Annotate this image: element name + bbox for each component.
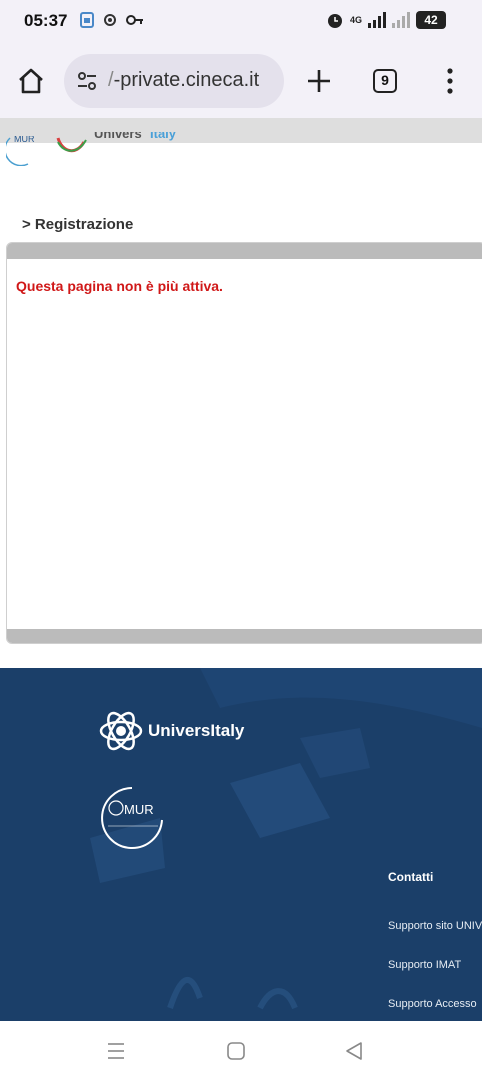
footer-link-supporto-accesso[interactable]: Supporto Accesso: [388, 998, 477, 1010]
site-settings-icon[interactable]: [76, 70, 98, 92]
site-footer: UniversItaly MUR Contatti Supporto sito …: [0, 668, 482, 1021]
system-nav-bar: [0, 1021, 482, 1080]
svg-text:MUR: MUR: [14, 136, 35, 144]
footer-link-supporto-sito[interactable]: Supporto sito UNIV: [388, 920, 482, 932]
footer-mur-label: MUR: [124, 802, 154, 817]
status-time: 05:37: [24, 11, 68, 30]
plus-icon[interactable]: [304, 66, 334, 96]
panel-header: [7, 243, 482, 259]
url-host: -private.cineca.it: [113, 69, 260, 91]
key-icon: [126, 15, 143, 25]
url-bar[interactable]: /-private.cineca.it: [64, 54, 284, 108]
mur-logo-partial[interactable]: MUR: [6, 136, 46, 166]
tab-switcher-button[interactable]: 9: [373, 69, 397, 93]
settings-icon: [104, 14, 116, 26]
recents-icon[interactable]: [104, 1039, 128, 1063]
svg-text:Univers: Univers: [94, 132, 142, 141]
home-button-icon[interactable]: [224, 1039, 248, 1063]
universitaly-emblem-icon: [99, 711, 143, 751]
signal-icon-2: [392, 12, 410, 28]
panel-footer: [7, 629, 482, 643]
back-icon[interactable]: [342, 1039, 366, 1063]
inactive-page-message: Questa pagina non è più attiva.: [16, 278, 223, 294]
message-panel: Questa pagina non è più attiva.: [6, 242, 482, 644]
browser-toolbar: /-private.cineca.it 9: [0, 44, 482, 118]
mur-emblem-icon: [101, 787, 163, 849]
home-icon[interactable]: [16, 66, 46, 96]
gallery-icon: [80, 12, 94, 28]
footer-contacts-title: Contatti: [388, 870, 434, 884]
universitaly-logo-partial[interactable]: Univers Italy: [54, 132, 184, 166]
status-icons-right: 4G 42: [326, 11, 446, 29]
svg-text:Italy: Italy: [150, 132, 177, 141]
url-text[interactable]: /-private.cineca.it: [108, 69, 259, 92]
breadcrumb[interactable]: > Registrazione: [22, 216, 133, 233]
status-bar: 05:37 4G 42: [0, 0, 482, 44]
network-type: 4G: [349, 15, 362, 25]
battery-icon: 42: [416, 11, 446, 29]
footer-mur-logo[interactable]: MUR: [98, 786, 168, 850]
alarm-icon: [327, 14, 342, 28]
footer-link-supporto-imat[interactable]: Supporto IMAT: [388, 959, 461, 971]
signal-icon: [368, 12, 386, 28]
footer-universitaly-logo[interactable]: UniversItaly: [98, 708, 244, 754]
page-content: MUR Univers Italy > Registrazione Questa…: [0, 118, 482, 1021]
status-icons-left: [80, 12, 144, 28]
footer-brand-text: UniversItaly: [148, 721, 245, 740]
more-vertical-icon[interactable]: [440, 66, 460, 96]
